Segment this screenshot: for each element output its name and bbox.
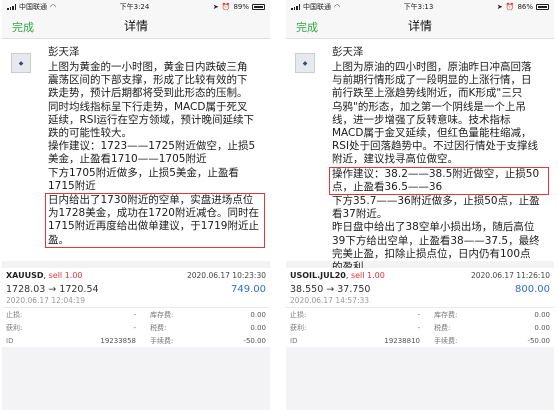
detail-value: 19233858 — [100, 336, 136, 345]
detail-value: -50.00 — [243, 336, 266, 345]
battery-percent: 89% — [233, 2, 249, 11]
trade-direction: sell 1.00 — [48, 270, 83, 280]
battery-percent: 86% — [517, 2, 533, 11]
trade-direction: sell 1.00 — [350, 270, 385, 280]
detail-label: 获利: — [6, 323, 23, 332]
detail-label: 获利: — [290, 323, 307, 332]
post-body: 上图为黄金的一小时图，黄金日内跌破三角 震荡区间的下部支撑，形成了比较有效的下 … — [45, 61, 265, 248]
status-bar: 中国联通 ◠ 下午3:24 ➤ ⏰ 89% — [2, 0, 270, 13]
screenshot-right: 中国联通 ◠ 下午3:13 ➤ ⏰ 86% 完成 详情 ◆ 彭天泽 上图为原油的… — [286, 0, 554, 410]
trade-detail-row: 止损: - 库存费: 0.00 — [286, 308, 554, 321]
detail-value: - — [417, 323, 420, 332]
detail-label: ID — [290, 336, 298, 345]
post-paragraph: 上图为黄金的一小时图，黄金日内跌破三角 震荡区间的下部支撑，形成了比较有效的下 … — [48, 61, 248, 100]
detail-label: 手续费: — [434, 336, 458, 345]
page-title: 详情 — [407, 19, 432, 33]
post-paragraph: 操作建议：1723——1725附近做空，止损5 美金，止盈看1710——1705… — [48, 140, 256, 166]
open-time: 2020.06.17 10:23:30 — [186, 270, 266, 280]
close-time: 2020.06.17 12:04:19 — [2, 296, 270, 308]
trade-detail-row: ID 19238810 手续费: -50.00 — [286, 334, 554, 347]
wifi-icon: ◠ — [334, 2, 341, 11]
detail-value: - — [133, 310, 136, 319]
signal-icon — [291, 3, 300, 10]
post-card: ◆ 彭天泽 上图为黄金的一小时图，黄金日内跌破三角 震荡区间的下部支撑，形成了比… — [2, 39, 270, 261]
signal-icon — [7, 3, 16, 10]
detail-value: 0.00 — [250, 323, 266, 332]
author-name: 彭天泽 — [48, 46, 80, 58]
trade-prices: 38.550 → 37.750 — [290, 283, 371, 295]
page-title: 详情 — [123, 19, 148, 33]
post-body: 上图为原油的四小时图，原油昨日冲高回落 与前期行情形成了一段明显的上涨行情，日 … — [329, 61, 549, 274]
detail-value: 0.00 — [534, 310, 550, 319]
clock: 下午3:24 — [119, 2, 150, 11]
detail-label: 手续费: — [150, 336, 174, 345]
clock: 下午3:13 — [403, 2, 434, 11]
detail-label: 库存费: — [434, 310, 458, 319]
detail-label: 库存费: — [150, 310, 174, 319]
carrier-label: 中国联通 — [303, 2, 331, 11]
highlighted-result: 日内给出了1730附近的空单，实盘进场点位 为1728美金，成功在1720附近减… — [45, 193, 265, 248]
battery-icon — [252, 3, 265, 10]
trade-detail-row: 获利: - 税费: 0.00 — [286, 321, 554, 334]
alarm-icon: ⏰ — [221, 2, 231, 11]
close-time: 2020.06.17 14:57:33 — [286, 296, 554, 308]
trade-detail-row: 获利: - 税费: 0.00 — [2, 321, 270, 334]
detail-label: 税费: — [150, 323, 167, 332]
detail-value: -50.00 — [527, 336, 550, 345]
location-icon: ➤ — [212, 2, 219, 11]
nav-bar: 完成 详情 — [286, 13, 554, 39]
location-icon: ➤ — [496, 2, 503, 11]
wifi-icon: ◠ — [50, 2, 57, 11]
detail-label: 税费: — [434, 323, 451, 332]
trade-profit: 749.00 — [231, 283, 266, 295]
detail-label: 止损: — [6, 310, 23, 319]
done-button[interactable]: 完成 — [12, 19, 34, 35]
alarm-icon: ⏰ — [505, 2, 515, 11]
done-button[interactable]: 完成 — [296, 19, 318, 35]
trade-symbol: USOIL.JUL20 — [290, 270, 346, 280]
trade-prices: 1728.03 → 1720.54 — [6, 283, 99, 295]
nav-bar: 完成 详情 — [2, 13, 270, 39]
post-paragraph: 上图为原油的四小时图，原油昨日冲高回落 与前期行情形成了一段明显的上涨行情，日 … — [332, 61, 539, 166]
detail-value: - — [133, 323, 136, 332]
detail-value: 0.00 — [250, 310, 266, 319]
post-paragraph: 下方35.7——36附近做多，止损50点，止盈 看37附近。 — [332, 195, 540, 221]
trade-profit: 800.00 — [515, 283, 550, 295]
battery-icon — [536, 3, 549, 10]
trade-detail-row: ID 19233858 手续费: -50.00 — [2, 334, 270, 347]
trade-symbol: XAUUSD — [6, 270, 44, 280]
status-bar: 中国联通 ◠ 下午3:13 ➤ ⏰ 86% — [286, 0, 554, 13]
detail-value: - — [417, 310, 420, 319]
post-paragraph: 同时均线指标呈下行走势，MACD属于死叉 延续，RSI运行在空方领域，预计晚间延… — [48, 100, 255, 140]
detail-value: 19238810 — [384, 336, 420, 345]
trade-detail-row: 止损: - 库存费: 0.00 — [2, 308, 270, 321]
carrier-label: 中国联通 — [19, 2, 47, 11]
screenshot-left: 中国联通 ◠ 下午3:24 ➤ ⏰ 89% 完成 详情 ◆ 彭天泽 上图为黄金的… — [2, 0, 270, 410]
avatar[interactable]: ◆ — [11, 53, 31, 73]
detail-label: 止损: — [290, 310, 307, 319]
detail-value: 0.00 — [534, 323, 550, 332]
trade-record[interactable]: XAUUSD, sell 1.00 2020.06.17 10:23:30 17… — [2, 268, 270, 347]
highlighted-advice: 操作建议：38.2——38.5附近做空，止损50 点，止盈看36.5——36 — [329, 166, 549, 196]
post-card: ◆ 彭天泽 上图为原油的四小时图，原油昨日冲高回落 与前期行情形成了一段明显的上… — [286, 39, 554, 273]
post-paragraph: 昨日盘中给出了38空单小损出场，随后高位 39下方给出空单，止盈看38——37.… — [332, 221, 540, 273]
detail-label: ID — [6, 336, 14, 345]
post-paragraph: 下方1705附近做多，止损5美金，止盈看 1715附近 — [48, 166, 239, 192]
author-name: 彭天泽 — [332, 46, 364, 58]
trade-record[interactable]: USOIL.JUL20, sell 1.00 2020.06.17 11:26:… — [286, 268, 554, 347]
open-time: 2020.06.17 11:26:10 — [470, 270, 550, 280]
avatar[interactable]: ◆ — [295, 53, 315, 73]
